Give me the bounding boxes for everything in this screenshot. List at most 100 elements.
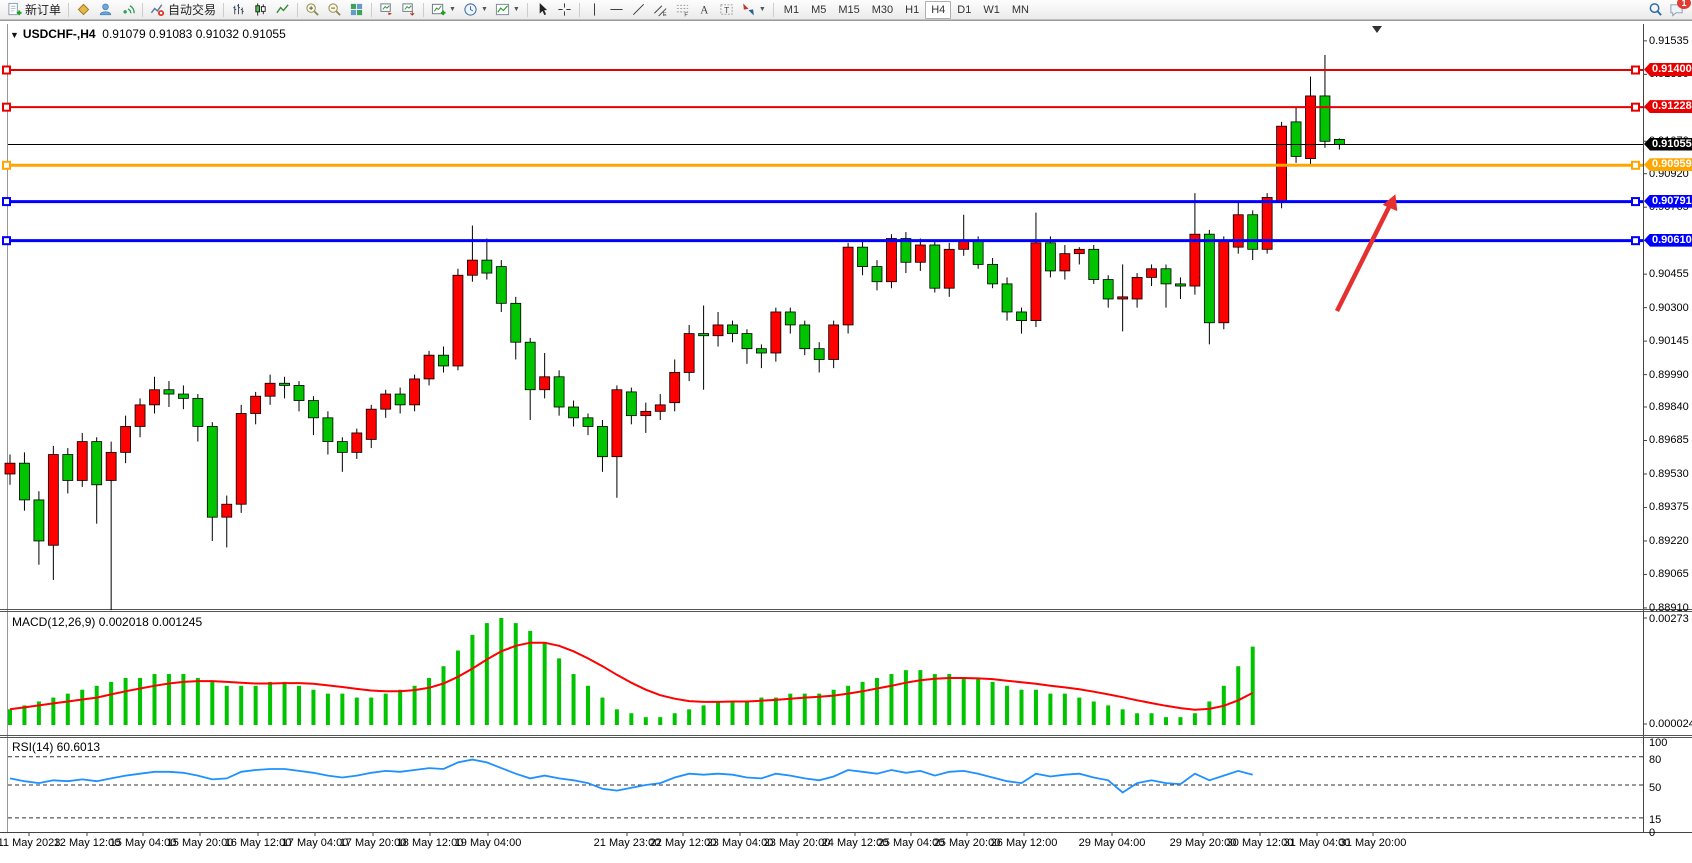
rsi-scale-label: 0 bbox=[1649, 827, 1655, 839]
trendline-button[interactable] bbox=[628, 1, 649, 19]
trendline-icon bbox=[631, 2, 646, 17]
svg-text:T: T bbox=[724, 5, 729, 15]
timeframe-H4[interactable]: H4 bbox=[925, 1, 951, 19]
vertical-line-button[interactable] bbox=[584, 1, 605, 19]
time-tick-label: 11 May 2023 bbox=[0, 837, 60, 849]
macd-scale-bottom: 0.000024 bbox=[1649, 718, 1692, 730]
bar-chart-button[interactable] bbox=[228, 1, 249, 19]
search-icon[interactable] bbox=[1648, 2, 1663, 17]
toolbar-separator bbox=[423, 3, 424, 17]
macd-label: MACD(12,26,9) 0.002018 0.001245 bbox=[12, 615, 202, 629]
crosshair-button[interactable] bbox=[554, 1, 575, 19]
new-order-button[interactable]: 新订单 bbox=[4, 1, 64, 19]
community-icon bbox=[98, 2, 113, 17]
rsi-scale-label: 15 bbox=[1649, 814, 1661, 826]
price-line-badge: 0.91228 bbox=[1644, 100, 1692, 113]
price-tick-label: 0.89840 bbox=[1649, 401, 1689, 413]
price-tick-label: 0.89375 bbox=[1649, 501, 1689, 513]
arrows-button[interactable]: ▼ bbox=[738, 1, 769, 19]
auto-trading-button[interactable]: 自动交易 bbox=[147, 1, 219, 19]
timeframe-M1[interactable]: M1 bbox=[778, 1, 805, 19]
price-tick-label: 0.89530 bbox=[1649, 468, 1689, 480]
horizontal-line-button[interactable] bbox=[606, 1, 627, 19]
zoom-out-button[interactable] bbox=[324, 1, 345, 19]
time-tick-label: 31 May 20:00 bbox=[1340, 837, 1407, 849]
price-line-badge: 0.90959 bbox=[1644, 158, 1692, 171]
line-chart-button[interactable] bbox=[272, 1, 293, 19]
chart-window[interactable]: ▼ USDCHF-,H4 0.91079 0.91083 0.91032 0.91… bbox=[0, 20, 1692, 863]
time-tick-label: 15 May 20:00 bbox=[167, 837, 234, 849]
text-label-button[interactable]: T bbox=[716, 1, 737, 19]
toolbar-separator bbox=[579, 3, 580, 17]
price-tick-label: 0.89685 bbox=[1649, 434, 1689, 446]
chevron-down-icon: ▼ bbox=[759, 6, 766, 13]
chart-canvas[interactable] bbox=[0, 21, 1692, 863]
svg-text:A: A bbox=[700, 5, 709, 17]
text-button[interactable]: A bbox=[694, 1, 715, 19]
arrange-b-icon bbox=[401, 2, 416, 17]
toolbar-right-group: 1 bbox=[1648, 2, 1688, 17]
arrows-icon bbox=[741, 2, 756, 17]
chart-shift-marker[interactable] bbox=[1372, 26, 1382, 33]
toolbar-separator bbox=[773, 3, 774, 17]
rsi-scale-label: 50 bbox=[1649, 782, 1661, 794]
zoom-in-button[interactable] bbox=[302, 1, 323, 19]
price-line-badge: 0.90610 bbox=[1644, 234, 1692, 247]
toolbar-separator bbox=[297, 3, 298, 17]
toolbar-separator bbox=[68, 3, 69, 17]
horizontal-line-icon bbox=[609, 2, 624, 17]
timeframe-W1[interactable]: W1 bbox=[977, 1, 1006, 19]
timeframe-M30[interactable]: M30 bbox=[866, 1, 899, 19]
line-chart-icon bbox=[275, 2, 290, 17]
price-tick-label: 0.90145 bbox=[1649, 335, 1689, 347]
signals-button[interactable] bbox=[117, 1, 138, 19]
profiles-button[interactable]: ▼ bbox=[460, 1, 491, 19]
timeframe-group: M1M5M15M30H1H4D1W1MN bbox=[778, 1, 1035, 19]
chevron-down-icon: ▼ bbox=[481, 6, 488, 13]
arrange-a-icon bbox=[379, 2, 394, 17]
equidistant-channel-icon: E bbox=[653, 2, 668, 17]
cursor-button[interactable] bbox=[532, 1, 553, 19]
price-tick-label: 0.91535 bbox=[1649, 35, 1689, 47]
time-tick-label: 18 May 12:00 bbox=[397, 837, 464, 849]
candle-chart-button[interactable] bbox=[250, 1, 271, 19]
svg-text:F: F bbox=[684, 13, 688, 17]
time-tick-label: 19 May 04:00 bbox=[455, 837, 522, 849]
metaquotes-button[interactable] bbox=[73, 1, 94, 19]
price-tick-label: 0.89220 bbox=[1649, 535, 1689, 547]
timeframe-M15[interactable]: M15 bbox=[832, 1, 865, 19]
zoom-in-icon bbox=[305, 2, 320, 17]
price-tick-label: 0.89065 bbox=[1649, 568, 1689, 580]
toolbar-separator bbox=[223, 3, 224, 17]
new-order-label: 新订单 bbox=[25, 1, 61, 18]
community-button[interactable] bbox=[95, 1, 116, 19]
timeframe-MN[interactable]: MN bbox=[1006, 1, 1035, 19]
profiles-clock-icon bbox=[463, 2, 478, 17]
tile-windows-button[interactable] bbox=[346, 1, 367, 19]
notification-badge: 1 bbox=[1677, 0, 1691, 9]
arrange-vertical-button[interactable] bbox=[398, 1, 419, 19]
cursor-icon bbox=[535, 2, 550, 17]
timeframe-H1[interactable]: H1 bbox=[899, 1, 925, 19]
fibonacci-icon: F bbox=[675, 2, 690, 17]
price-line-badge: 0.91400 bbox=[1644, 63, 1692, 76]
equidistant-channel-button[interactable]: E bbox=[650, 1, 671, 19]
chat-button[interactable]: 1 bbox=[1669, 2, 1684, 17]
templates-button[interactable]: ▼ bbox=[492, 1, 523, 19]
timeframe-M5[interactable]: M5 bbox=[805, 1, 832, 19]
chart-symbol: USDCHF-,H4 bbox=[23, 27, 96, 41]
macd-scale-top: 0.00273 bbox=[1649, 613, 1689, 625]
toolbar: 新订单 自动交易 ▼ ▼ bbox=[0, 0, 1692, 20]
chart-menu-triangle-icon[interactable]: ▼ bbox=[10, 30, 19, 40]
arrange-windows-button[interactable] bbox=[376, 1, 397, 19]
chart-ohlc-values: 0.91079 0.91083 0.91032 0.91055 bbox=[102, 27, 286, 41]
templates-icon bbox=[495, 2, 510, 17]
timeframe-D1[interactable]: D1 bbox=[951, 1, 977, 19]
price-tick-label: 0.89990 bbox=[1649, 369, 1689, 381]
price-line-badge: 0.91055 bbox=[1644, 138, 1692, 151]
new-chart-button[interactable]: ▼ bbox=[428, 1, 459, 19]
time-tick-label: 23 May 20:00 bbox=[764, 837, 831, 849]
fibonacci-button[interactable]: F bbox=[672, 1, 693, 19]
new-chart-icon bbox=[431, 2, 446, 17]
vertical-line-icon bbox=[587, 2, 602, 17]
